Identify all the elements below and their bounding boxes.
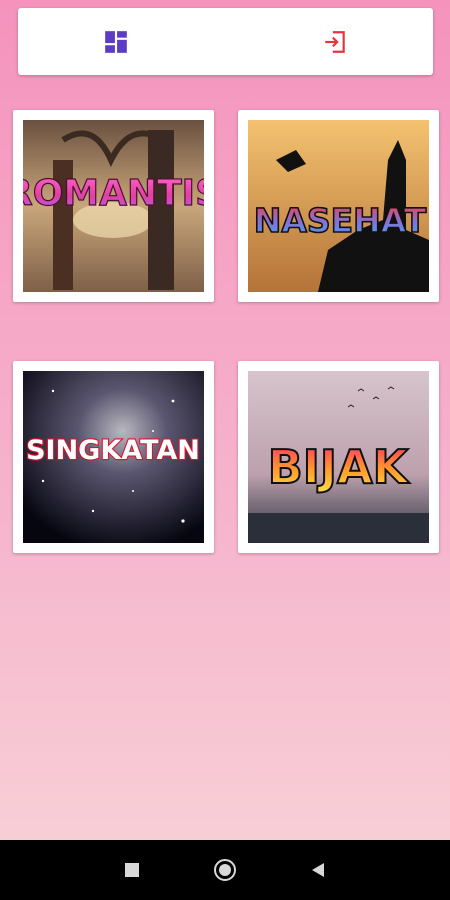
- category-card-singkatan[interactable]: SINGKATAN: [13, 361, 214, 553]
- dashboard-icon: [105, 30, 127, 53]
- recent-apps-button[interactable]: [120, 858, 144, 882]
- login-button[interactable]: [265, 8, 405, 75]
- category-card-nasehat[interactable]: NASEHAT: [238, 110, 439, 302]
- login-icon: [325, 30, 345, 53]
- bijak-title: BIJAK: [268, 440, 411, 494]
- category-card-romantis[interactable]: ROMANTIS: [13, 110, 214, 302]
- home-icon: [214, 859, 236, 881]
- top-toolbar: [18, 8, 433, 75]
- system-navigation-bar: [0, 840, 450, 900]
- singkatan-thumbnail: SINGKATAN: [23, 371, 204, 543]
- back-button[interactable]: [306, 858, 330, 882]
- category-card-bijak[interactable]: BIJAK: [238, 361, 439, 553]
- home-button[interactable]: [213, 858, 237, 882]
- dashboard-button[interactable]: [46, 8, 186, 75]
- romantis-title: ROMANTIS: [23, 173, 204, 214]
- back-icon: [312, 863, 324, 877]
- bijak-thumbnail: BIJAK: [248, 371, 429, 543]
- nasehat-title: NASEHAT: [254, 201, 427, 240]
- recent-apps-icon: [125, 863, 139, 877]
- nasehat-thumbnail: NASEHAT: [248, 120, 429, 292]
- singkatan-title: SINGKATAN: [26, 435, 200, 466]
- romantis-thumbnail: ROMANTIS: [23, 120, 204, 292]
